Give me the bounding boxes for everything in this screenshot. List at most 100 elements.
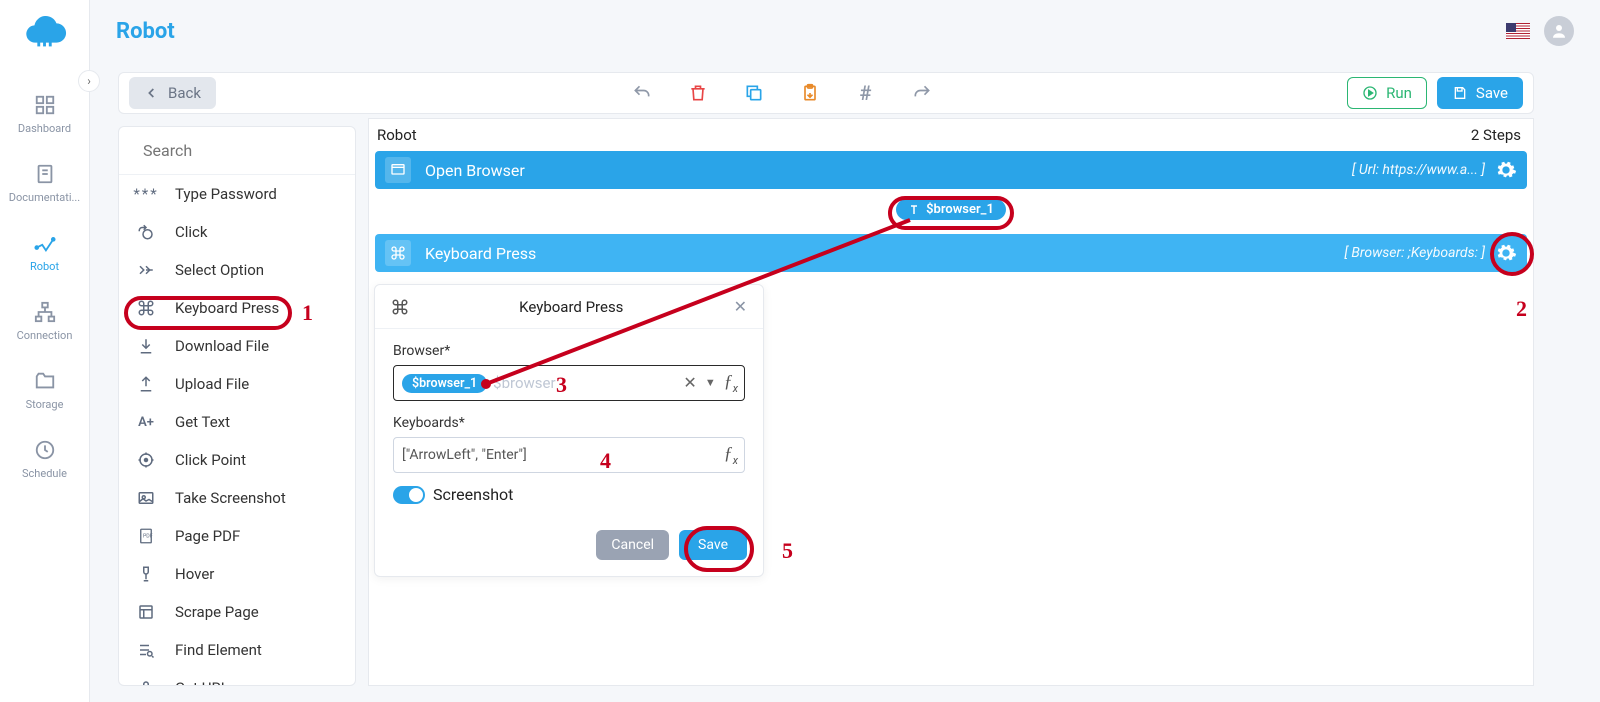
copy-icon[interactable] — [744, 83, 764, 103]
action-item[interactable]: A+Get Text — [119, 403, 355, 441]
action-item[interactable]: Download File — [119, 327, 355, 365]
canvas-title: Robot — [377, 126, 417, 144]
run-label: Run — [1386, 84, 1412, 102]
action-item[interactable]: Keyboard Press — [119, 289, 355, 327]
command-icon — [385, 240, 411, 266]
browser-label: Browser* — [393, 343, 745, 359]
save-button[interactable]: Save — [1437, 77, 1523, 109]
step-open-browser[interactable]: Open Browser [ Url: https://www.a... ] — [375, 151, 1527, 189]
search-box — [119, 127, 355, 175]
back-button[interactable]: Back — [129, 77, 216, 109]
step-title: Open Browser — [425, 161, 525, 180]
hash-icon[interactable]: # — [856, 83, 876, 103]
search-input[interactable] — [143, 141, 346, 160]
action-item[interactable]: Take Screenshot — [119, 479, 355, 517]
cancel-label: Cancel — [611, 537, 654, 553]
step-keyboard-press[interactable]: Keyboard Press [ Browser: ;Keyboards: ] — [375, 234, 1527, 272]
action-item-label: Upload File — [175, 375, 249, 393]
delete-icon[interactable] — [688, 83, 708, 103]
variable-chip-row: $browser_1 — [369, 189, 1533, 234]
save-step-label: Save — [698, 537, 728, 553]
action-icon: *** — [135, 183, 157, 205]
rail-label: Robot — [30, 260, 59, 273]
property-panel: Keyboard Press ✕ Browser* $browser_1 $br… — [374, 284, 764, 577]
action-icon — [135, 259, 157, 281]
run-button[interactable]: Run — [1347, 77, 1427, 109]
keyboards-field[interactable] — [402, 447, 702, 463]
chevron-down-icon[interactable]: ▼ — [705, 377, 716, 390]
toolbar: Back # Run Save — [118, 72, 1534, 114]
rail-robot[interactable]: Robot — [0, 218, 90, 287]
gear-icon[interactable] — [1495, 242, 1517, 264]
action-icon — [135, 639, 157, 661]
action-item[interactable]: Scrape Page — [119, 593, 355, 631]
action-item-label: Download File — [175, 337, 269, 355]
logo-icon — [22, 10, 68, 50]
rail-collapse-toggle[interactable]: › — [78, 70, 100, 92]
undo-icon[interactable] — [632, 83, 652, 103]
rail-dashboard[interactable]: Dashboard — [0, 80, 90, 149]
action-item-label: Find Element — [175, 641, 262, 659]
actions-list: ***Type Password Click Select Option Keyboa… — [119, 175, 355, 685]
step-detail: [ Url: https://www.a... ] — [1352, 162, 1485, 178]
steps-count: 2 Steps — [1471, 126, 1521, 144]
action-item-label: Scrape Page — [175, 603, 259, 621]
browser-placeholder: $browser — [493, 374, 555, 392]
save-step-button[interactable]: Save — [679, 530, 747, 560]
action-item[interactable]: Upload File — [119, 365, 355, 403]
save-label: Save — [1476, 84, 1508, 102]
svg-text:PDF: PDF — [143, 534, 153, 540]
browser-input[interactable]: $browser_1 $browser ✕ ▼ ƒx — [393, 365, 745, 401]
action-item-label: Click Point — [175, 451, 246, 469]
action-icon — [135, 487, 157, 509]
action-item-label: Take Screenshot — [175, 489, 286, 507]
step-detail: [ Browser: ;Keyboards: ] — [1344, 245, 1485, 261]
header: Robot — [90, 0, 1600, 62]
action-icon — [135, 297, 157, 319]
action-item-label: Click — [175, 223, 208, 241]
rail-storage[interactable]: Storage — [0, 356, 90, 425]
close-icon[interactable]: ✕ — [734, 297, 747, 316]
gear-icon[interactable] — [1495, 159, 1517, 181]
rail-label: Connection — [17, 329, 73, 342]
action-icon — [135, 335, 157, 357]
action-item[interactable]: ***Type Password — [119, 175, 355, 213]
rail-schedule[interactable]: Schedule — [0, 425, 90, 494]
action-item-label: Get Text — [175, 413, 230, 431]
action-item[interactable]: Get URL — [119, 669, 355, 685]
screenshot-toggle[interactable] — [393, 486, 425, 504]
browser-icon — [385, 157, 411, 183]
rail-label: Storage — [26, 398, 64, 411]
variable-chip[interactable]: $browser_1 — [896, 199, 1006, 220]
action-item-label: Get URL — [175, 679, 229, 685]
clear-icon[interactable]: ✕ — [683, 374, 696, 393]
screenshot-label: Screenshot — [433, 485, 513, 504]
page-title: Robot — [116, 19, 175, 44]
fx-icon[interactable]: ƒx — [724, 371, 738, 395]
variable-chip-label: $browser_1 — [926, 202, 994, 217]
action-item-label: Select Option — [175, 261, 264, 279]
rail-documentation[interactable]: Documentati... — [0, 149, 90, 218]
action-icon: PDF — [135, 525, 157, 547]
action-item[interactable]: Select Option — [119, 251, 355, 289]
cancel-button[interactable]: Cancel — [596, 530, 669, 560]
action-item[interactable]: Hover — [119, 555, 355, 593]
action-item[interactable]: PDFPage PDF — [119, 517, 355, 555]
redo-icon[interactable] — [912, 83, 932, 103]
locale-flag-us[interactable] — [1506, 23, 1530, 39]
command-icon — [391, 298, 409, 316]
paste-icon[interactable] — [800, 83, 820, 103]
action-item[interactable]: Click — [119, 213, 355, 251]
browser-tag[interactable]: $browser_1 — [402, 374, 487, 393]
actions-panel: ***Type Password Click Select Option Keyboa… — [118, 126, 356, 686]
text-icon — [908, 204, 920, 216]
step-title: Keyboard Press — [425, 244, 536, 263]
avatar[interactable] — [1544, 16, 1574, 46]
fx-icon[interactable]: ƒx — [724, 443, 738, 467]
panel-title: Keyboard Press — [409, 298, 734, 316]
action-item[interactable]: Find Element — [119, 631, 355, 669]
rail-connection[interactable]: Connection — [0, 287, 90, 356]
action-item[interactable]: Click Point — [119, 441, 355, 479]
action-icon — [135, 563, 157, 585]
keyboards-input[interactable]: ƒx — [393, 437, 745, 473]
